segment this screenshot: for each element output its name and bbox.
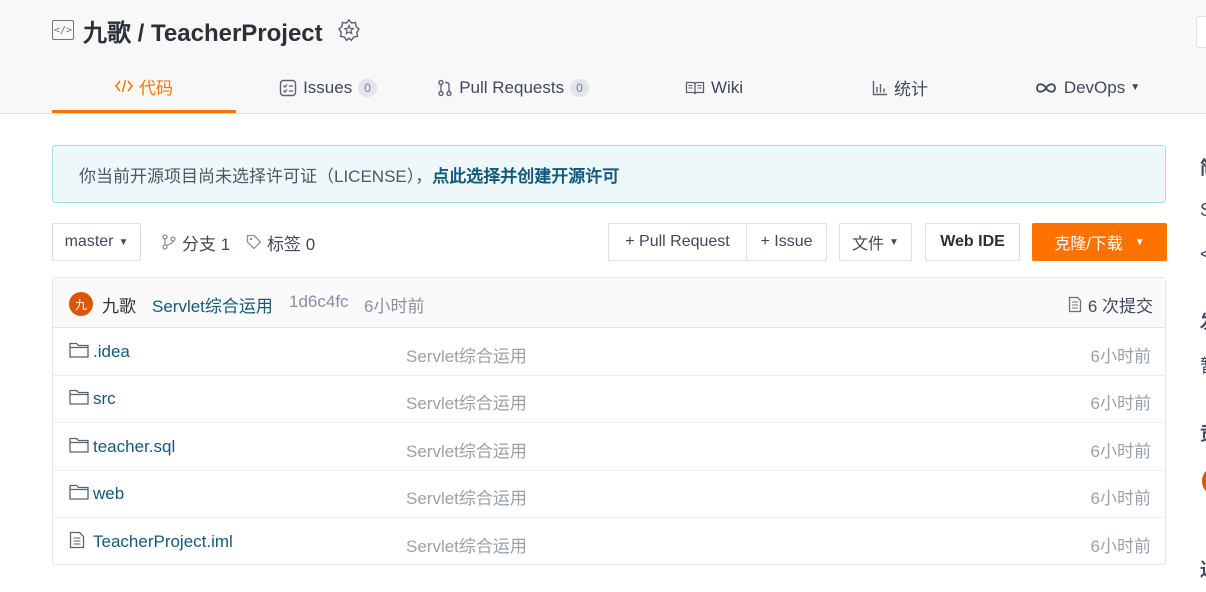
tab-statistics[interactable]: 统计 — [822, 62, 978, 113]
tab-label: Issues — [303, 77, 353, 97]
table-row[interactable]: src Servlet综合运用 6小时前 — [53, 375, 1165, 423]
branches-link[interactable]: 分支 1 — [161, 223, 230, 261]
branch-select-label: master — [64, 233, 114, 250]
folder-icon — [69, 341, 89, 361]
tag-icon — [246, 234, 262, 250]
file-commit-time: 6小时前 — [1090, 347, 1151, 366]
branches-count: 分支 1 — [182, 234, 231, 254]
avatar[interactable]: 九 — [69, 292, 93, 316]
tab-devops[interactable]: DevOps ▼ — [1012, 62, 1162, 113]
file-menu-label: 文件 — [852, 236, 885, 253]
tab-label: Pull Requests — [459, 77, 565, 97]
tab-wiki[interactable]: Wiki — [606, 62, 822, 113]
file-menu-button[interactable]: 文件 ▼ — [839, 223, 912, 261]
chevron-down-icon: ▼ — [1134, 236, 1145, 248]
file-commit-message[interactable]: Servlet综合运用 — [406, 437, 527, 462]
repo-toolbar: master ▼ 分支 1 标签 0 + Pull Request + Issu… — [52, 223, 1167, 263]
repo-tabs: 代码 Issues 0 Pull Requests 0 Wiki 统计 DevO… — [52, 62, 1166, 113]
tab-label: Wiki — [710, 77, 744, 97]
sidebar-heading-partial: 近 — [1200, 556, 1206, 582]
sidebar-heading-partial: 简 — [1200, 154, 1206, 180]
table-row[interactable]: .idea Servlet综合运用 6小时前 — [53, 328, 1165, 376]
commit-author[interactable]: 九歌 — [102, 292, 136, 317]
bar-chart-icon — [872, 80, 888, 96]
contributor-avatar-partial[interactable] — [1202, 468, 1206, 494]
file-commit-message[interactable]: Servlet综合运用 — [406, 389, 527, 414]
tab-issues[interactable]: Issues 0 — [236, 62, 420, 113]
latest-commit-bar: 九 九歌 Servlet综合运用 1d6c4fc 6小时前 6 次提交 — [53, 278, 1165, 328]
sidebar-heading-partial: 发 — [1200, 308, 1206, 334]
issues-icon — [279, 79, 297, 97]
file-name[interactable]: web — [93, 484, 124, 504]
repo-owner[interactable]: 九歌 — [83, 20, 131, 47]
table-row[interactable]: TeacherProject.iml Servlet综合运用 6小时前 — [53, 518, 1165, 565]
repo-header: </> 九歌 / TeacherProject 代码 Issues 0 Pull… — [0, 0, 1206, 114]
tab-label: 代码 — [139, 78, 173, 98]
file-name[interactable]: teacher.sql — [93, 437, 175, 457]
web-ide-button[interactable]: Web IDE — [925, 223, 1020, 261]
commit-count-link[interactable]: 6 次提交 — [1068, 292, 1153, 317]
new-issue-button[interactable]: + Issue — [746, 223, 827, 261]
pull-requests-count-badge: 0 — [570, 78, 589, 97]
file-commit-time: 6小时前 — [1090, 394, 1151, 413]
tab-code[interactable]: 代码 — [52, 62, 236, 113]
file-name[interactable]: src — [93, 389, 116, 409]
tags-link[interactable]: 标签 0 — [246, 223, 315, 261]
table-row[interactable]: teacher.sql Servlet综合运用 6小时前 — [53, 423, 1165, 471]
clone-download-label: 克隆/下载 — [1054, 236, 1123, 253]
commit-time: 6小时前 — [364, 297, 425, 316]
infinity-icon — [1034, 81, 1058, 95]
file-name[interactable]: TeacherProject.iml — [93, 532, 233, 552]
file-commit-time: 6小时前 — [1090, 442, 1151, 461]
tags-count: 标签 0 — [267, 234, 316, 254]
file-commit-message[interactable]: Servlet综合运用 — [406, 342, 527, 367]
book-icon — [685, 80, 705, 96]
folder-icon — [69, 483, 89, 503]
tab-pull-requests[interactable]: Pull Requests 0 — [420, 62, 606, 113]
file-icon — [69, 531, 89, 551]
file-commit-time: 6小时前 — [1090, 489, 1151, 508]
pull-request-icon — [437, 79, 453, 97]
sidebar-heading-partial: 贡 — [1200, 420, 1206, 446]
repo-path[interactable]: 九歌 / TeacherProject — [83, 13, 323, 48]
new-pull-request-button[interactable]: + Pull Request — [608, 223, 747, 261]
commit-sha[interactable]: 1d6c4fc — [289, 292, 349, 312]
document-icon — [1068, 296, 1082, 313]
tab-label: 统计 — [894, 80, 928, 99]
commit-message[interactable]: Servlet综合运用 — [152, 292, 273, 317]
create-license-link[interactable]: 点此选择并创建开源许可 — [432, 162, 619, 187]
chevron-down-icon: ▼ — [118, 236, 129, 248]
folder-icon — [69, 388, 89, 408]
file-list: 九 九歌 Servlet综合运用 1d6c4fc 6小时前 6 次提交 .ide… — [52, 277, 1166, 565]
repo-title: </> 九歌 / TeacherProject — [52, 13, 361, 48]
commit-count: 6 次提交 — [1087, 297, 1153, 316]
file-name[interactable]: .idea — [93, 342, 130, 362]
watch-button-partial[interactable] — [1196, 16, 1206, 48]
license-notice: 你当前开源项目尚未选择许可证（LICENSE）， 点此选择并创建开源许可 — [52, 145, 1166, 203]
chevron-down-icon: ▼ — [1130, 82, 1141, 93]
repo-name[interactable]: TeacherProject — [151, 20, 323, 47]
license-notice-text: 你当前开源项目尚未选择许可证（LICENSE）， — [79, 166, 433, 186]
file-commit-time: 6小时前 — [1090, 537, 1151, 556]
chevron-down-icon: ▼ — [889, 236, 899, 248]
issues-count-badge: 0 — [358, 78, 377, 97]
sidebar-text-partial: S — [1200, 200, 1206, 221]
folder-icon — [69, 436, 89, 456]
sidebar-text-partial: < — [1200, 244, 1206, 264]
file-commit-message[interactable]: Servlet综合运用 — [406, 484, 527, 509]
table-row[interactable]: web Servlet综合运用 6小时前 — [53, 470, 1165, 518]
recommend-badge-icon[interactable] — [337, 18, 361, 42]
code-icon — [115, 78, 133, 94]
file-commit-message[interactable]: Servlet综合运用 — [406, 532, 527, 557]
tab-label: DevOps — [1063, 77, 1126, 97]
repository-icon: </> — [52, 20, 74, 40]
branch-icon — [161, 234, 177, 250]
repo-separator: / — [131, 19, 152, 47]
sidebar-text-partial: 暂 — [1200, 352, 1206, 378]
branch-select[interactable]: master ▼ — [52, 223, 141, 261]
clone-download-button[interactable]: 克隆/下载 ▼ — [1032, 223, 1167, 261]
